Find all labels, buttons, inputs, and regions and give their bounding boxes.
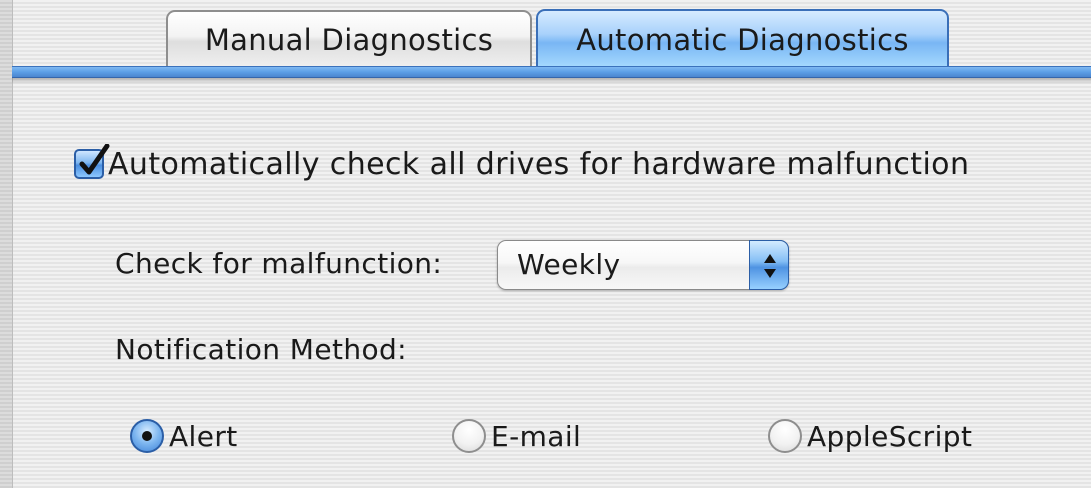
- radio-applescript-button[interactable]: [768, 419, 802, 453]
- notification-method-label: Notification Method:: [115, 333, 408, 366]
- popup-arrows: [749, 240, 789, 290]
- radio-applescript-label[interactable]: AppleScript: [807, 420, 972, 453]
- tab-underline-strip: [12, 66, 1091, 78]
- radio-alert[interactable]: Alert: [130, 416, 238, 456]
- up-down-arrows-icon: [764, 254, 776, 278]
- radio-alert-label[interactable]: Alert: [169, 420, 238, 453]
- tab-manual-diagnostics[interactable]: Manual Diagnostics: [166, 10, 532, 66]
- radio-email[interactable]: E-mail: [452, 416, 581, 456]
- frequency-label: Check for malfunction:: [115, 247, 443, 280]
- radio-email-button[interactable]: [452, 419, 486, 453]
- radio-email-label[interactable]: E-mail: [491, 420, 581, 453]
- auto-check-checkbox[interactable]: [74, 144, 110, 179]
- radio-applescript[interactable]: AppleScript: [768, 416, 972, 456]
- tab-manual-diagnostics-label: Manual Diagnostics: [204, 23, 494, 57]
- radio-selected-dot: [142, 431, 152, 441]
- auto-check-row: Automatically check all drives for hardw…: [74, 144, 969, 184]
- auto-check-label[interactable]: Automatically check all drives for hardw…: [108, 147, 969, 182]
- automatic-diagnostics-panel: Automatically check all drives for hardw…: [12, 84, 1091, 488]
- tab-bar: Manual Diagnostics Automatic Diagnostics: [12, 0, 1091, 69]
- tab-automatic-diagnostics-label: Automatic Diagnostics: [576, 23, 909, 57]
- tab-automatic-diagnostics[interactable]: Automatic Diagnostics: [536, 9, 949, 69]
- radio-alert-button[interactable]: [130, 419, 164, 453]
- checkmark-icon: [79, 144, 110, 175]
- frequency-popup-button[interactable]: Weekly: [497, 240, 789, 290]
- frequency-selected-value: Weekly: [517, 248, 621, 281]
